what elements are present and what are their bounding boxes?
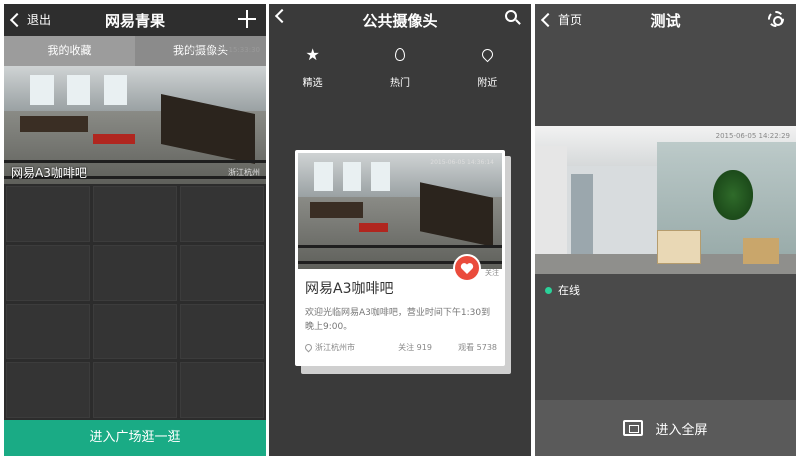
flame-icon: [356, 44, 443, 66]
location-text: 浙江杭州市: [315, 343, 355, 352]
app-title: 网易青果: [104, 12, 165, 30]
page-title: 公共摄像头: [362, 12, 438, 30]
camera-stats: 浙江杭州市 关注 919 观看 5738: [303, 342, 497, 353]
follower-count: 关注 919: [398, 343, 432, 352]
nav-featured-label: 精选: [302, 78, 323, 89]
tab-my-favorites[interactable]: 我的收藏: [4, 36, 135, 66]
camera-title: 测试: [650, 12, 681, 30]
location-pin-icon: [303, 342, 314, 353]
camera-name: 网易A3咖啡吧: [11, 166, 87, 180]
gear-icon[interactable]: [768, 11, 784, 27]
fullscreen-label: 进入全屏: [655, 422, 708, 438]
camera-name: 网易A3咖啡吧: [305, 281, 394, 297]
heart-icon: [460, 263, 474, 274]
search-icon[interactable]: [505, 10, 521, 26]
enter-plaza-button[interactable]: 进入广场逛一逛: [4, 420, 266, 456]
nav-nearby-label: 附近: [477, 78, 498, 89]
nav-hot-label: 热门: [389, 78, 410, 89]
top-bar: 退出 网易青果: [4, 4, 266, 36]
category-nav: ★ 精选 热门 附近: [269, 44, 531, 92]
status-dot-icon: [545, 286, 552, 294]
camera-detail-screen: 首页 测试 2015-06-05 14:22:29 在线 进入全屏: [535, 4, 796, 456]
camera-preview[interactable]: 2015-06-05 14:36:14: [298, 153, 502, 269]
nav-hot[interactable]: 热门: [356, 44, 443, 92]
camera-timestamp: 2015-06-05 15:33:30: [185, 46, 260, 54]
fullscreen-button[interactable]: 进入全屏: [535, 400, 796, 456]
camera-timestamp: 2015-06-05 14:22:29: [715, 132, 790, 140]
location-pin-icon: [444, 44, 531, 66]
camera-card[interactable]: 2015-06-05 14:36:14 关注 网易A3咖啡吧 欢迎光临网易A3咖…: [295, 150, 505, 366]
public-cameras-screen: 公共摄像头 ★ 精选 热门 附近 2015-06-05 14:36:14 关注 …: [269, 4, 531, 456]
online-status: 在线: [545, 282, 580, 298]
nav-featured[interactable]: ★ 精选: [269, 44, 356, 92]
status-label: 在线: [558, 284, 580, 297]
live-camera-view[interactable]: 2015-06-05 14:22:29: [535, 126, 796, 274]
camera-description: 欢迎光临网易A3咖啡吧，营业时间下午1:30到晚上9:00。: [305, 308, 491, 332]
camera-location: 浙江杭州: [228, 168, 260, 177]
my-favorites-screen: 退出 网易青果 我的收藏 我的摄像头 2015-06-05 15:33:30 网…: [4, 4, 266, 456]
follow-button[interactable]: [453, 254, 481, 282]
star-icon: ★: [305, 45, 320, 64]
camera-timestamp: 2015-06-05 14:36:14: [430, 159, 494, 166]
nav-nearby[interactable]: 附近: [444, 44, 531, 92]
follow-label: 关注: [485, 269, 499, 277]
top-bar: 首页 测试: [535, 4, 796, 36]
add-icon[interactable]: [238, 10, 256, 28]
camera-location: 浙江杭州市: [303, 342, 398, 353]
top-bar: 公共摄像头: [269, 4, 531, 36]
view-count: 观看 5738: [458, 343, 497, 352]
empty-favorites-placeholder: [4, 184, 266, 420]
fullscreen-icon: [623, 420, 644, 436]
